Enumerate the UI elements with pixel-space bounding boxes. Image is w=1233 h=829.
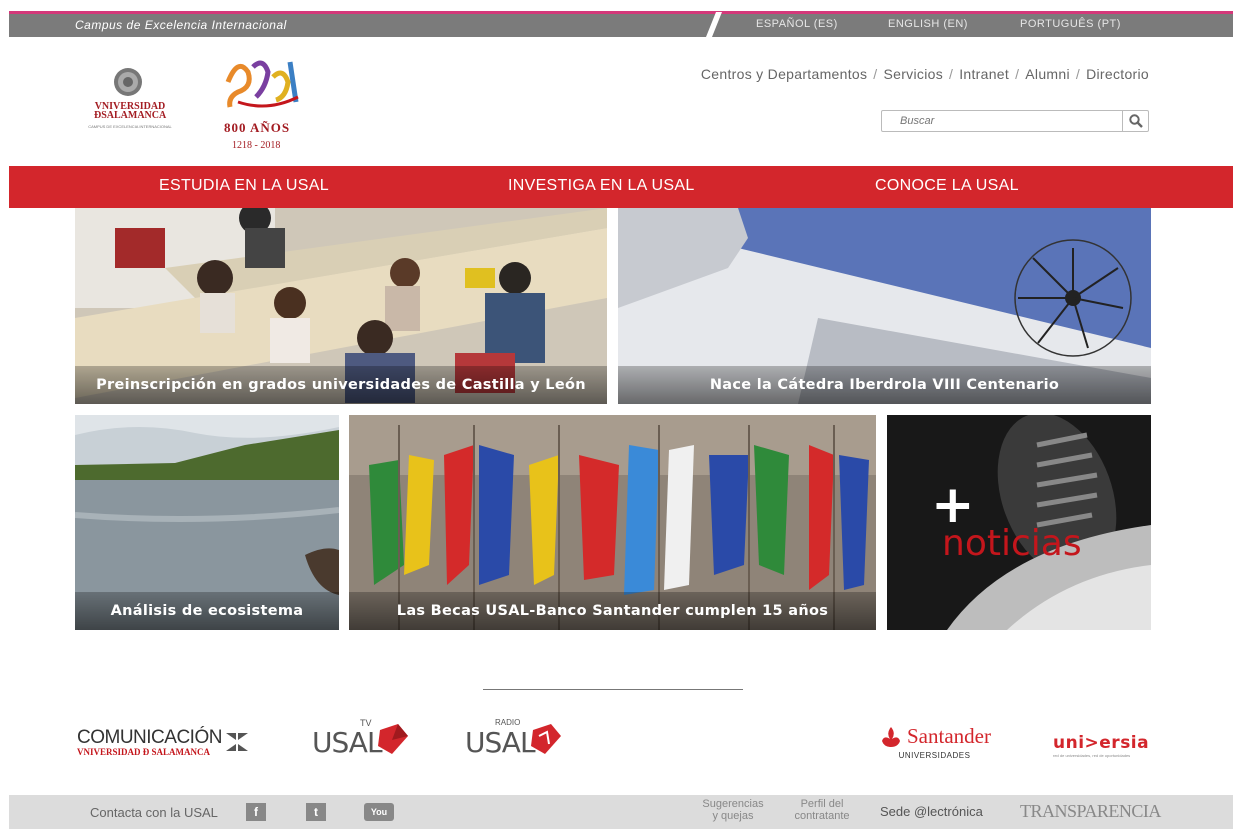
usal-tv-tag: TV xyxy=(360,718,372,728)
usal-radio-text: USAL xyxy=(465,726,536,759)
news-tile-preinscripcion[interactable]: Preinscripción en grados universidades d… xyxy=(75,208,607,404)
usal-radio-cube-icon xyxy=(531,724,561,754)
800-anos-logo[interactable]: 800 AÑOS 1218 - 2018 xyxy=(218,52,310,157)
nav-directorio-link[interactable]: Directorio xyxy=(1086,66,1149,82)
comunicacion-mark-icon xyxy=(225,733,248,751)
800-anos-title: 800 AÑOS xyxy=(224,120,291,135)
santander-universidades-logo[interactable]: Santander UNIVERSIDADES xyxy=(878,724,991,760)
nav-separator: / xyxy=(1075,66,1081,82)
sugerencias-line2: y quejas xyxy=(712,810,754,822)
nav-separator: / xyxy=(1015,66,1020,82)
perfil-contratante-link[interactable]: Perfil del contratante xyxy=(785,798,859,822)
comunicacion-logo-text: COMUNICACIÓN xyxy=(77,727,222,748)
nav-separator: / xyxy=(949,66,954,82)
tile-caption: Las Becas USAL-Banco Santander cumplen 1… xyxy=(349,592,876,630)
header-nav: Centros y Departamentos / Servicios / Intran… xyxy=(701,66,1149,82)
twitter-icon[interactable]: t xyxy=(306,803,326,821)
lang-pt-link[interactable]: PORTUGUÊS (PT) xyxy=(1020,18,1121,30)
search-button[interactable] xyxy=(1122,111,1148,131)
usal-radio-logo[interactable]: USAL RADIO xyxy=(465,718,565,759)
tile-caption: Preinscripción en grados universidades d… xyxy=(75,366,607,404)
usal-tv-logo[interactable]: USAL TV xyxy=(312,718,412,759)
search-icon xyxy=(1128,114,1143,128)
news-tile-becas-santander[interactable]: Las Becas USAL-Banco Santander cumplen 1… xyxy=(349,415,876,630)
main-nav: ESTUDIA EN LA USAL INVESTIGA EN LA USAL … xyxy=(9,166,1233,208)
universia-text: uni>ersia xyxy=(1053,733,1150,753)
nav-separator: / xyxy=(873,66,878,82)
search-input[interactable] xyxy=(882,111,1122,131)
more-news-tile[interactable]: + noticias xyxy=(887,415,1151,630)
usal-logo[interactable]: VNIVERSIDAD ÐSALAMANCA CAMPUS DE EXCELEN… xyxy=(84,66,176,138)
news-tile-catedra-iberdrola[interactable]: Nace la Cátedra Iberdrola VIII Centenari… xyxy=(618,208,1151,404)
usal-logo-line2: ÐSALAMANCA xyxy=(94,110,167,121)
top-bar: Campus de Excelencia Internacional ESPAÑ… xyxy=(9,11,1233,42)
nav-alumni-link[interactable]: Alumni xyxy=(1025,66,1070,82)
nav-centros-link[interactable]: Centros y Departamentos xyxy=(701,66,867,82)
lang-en-link[interactable]: ENGLISH (EN) xyxy=(888,18,968,30)
usal-tv-text: USAL xyxy=(312,726,383,759)
top-strip xyxy=(0,0,1233,3)
perfil-line1: Perfil del xyxy=(800,798,844,810)
sugerencias-link[interactable]: Sugerencias y quejas xyxy=(697,798,769,822)
800-anos-years: 1218 - 2018 xyxy=(232,140,281,151)
usal-logo-line3: CAMPUS DE EXCELENCIA INTERNACIONAL xyxy=(88,124,172,129)
news-tile-ecosistema[interactable]: Análisis de ecosistema xyxy=(75,415,339,630)
universia-logo[interactable]: uni>ersia red de universidades, red de o… xyxy=(1053,733,1149,758)
comunicacion-logo[interactable]: COMUNICACIÓN VNIVERSIDAD Ð SALAMANCA xyxy=(77,727,248,757)
section-divider xyxy=(483,689,743,690)
lang-es-link[interactable]: ESPAÑOL (ES) xyxy=(756,18,838,30)
sede-electronica-link[interactable]: Sede @lectrónica xyxy=(880,804,983,819)
more-news-label: noticias xyxy=(942,523,1082,564)
santander-flame-icon xyxy=(882,726,900,747)
universia-sub: red de universidades, red de oportunidad… xyxy=(1053,753,1131,758)
santander-text: Santander xyxy=(907,724,991,748)
facebook-icon[interactable]: f xyxy=(246,803,266,821)
campus-label: Campus de Excelencia Internacional xyxy=(75,18,287,32)
search-box xyxy=(881,110,1149,132)
tile-caption: Análisis de ecosistema xyxy=(75,592,339,630)
800-anos-graphic-icon xyxy=(225,60,299,108)
youtube-icon[interactable]: You xyxy=(364,803,394,821)
nav-estudia-link[interactable]: ESTUDIA EN LA USAL xyxy=(159,177,329,195)
nav-investiga-link[interactable]: INVESTIGA EN LA USAL xyxy=(508,177,695,195)
tile-caption: Nace la Cátedra Iberdrola VIII Centenari… xyxy=(618,366,1151,404)
contacta-link[interactable]: Contacta con la USAL xyxy=(90,805,218,820)
footer-bar: Contacta con la USAL f t You Sugerencias… xyxy=(9,795,1233,829)
santander-sub: UNIVERSIDADES xyxy=(898,751,971,760)
usal-tv-cube-icon xyxy=(378,724,408,754)
usal-radio-tag: RADIO xyxy=(495,718,521,727)
nav-servicios-link[interactable]: Servicios xyxy=(884,66,944,82)
sugerencias-line1: Sugerencias xyxy=(702,798,764,810)
slash-decoration xyxy=(704,12,722,42)
nav-intranet-link[interactable]: Intranet xyxy=(959,66,1009,82)
comunicacion-logo-sub: VNIVERSIDAD Ð SALAMANCA xyxy=(77,747,211,757)
nav-conoce-link[interactable]: CONOCE LA USAL xyxy=(875,177,1019,195)
perfil-line2: contratante xyxy=(794,810,850,822)
portal-transparencia-link[interactable]: TRANSPARENCIA xyxy=(1020,801,1161,822)
